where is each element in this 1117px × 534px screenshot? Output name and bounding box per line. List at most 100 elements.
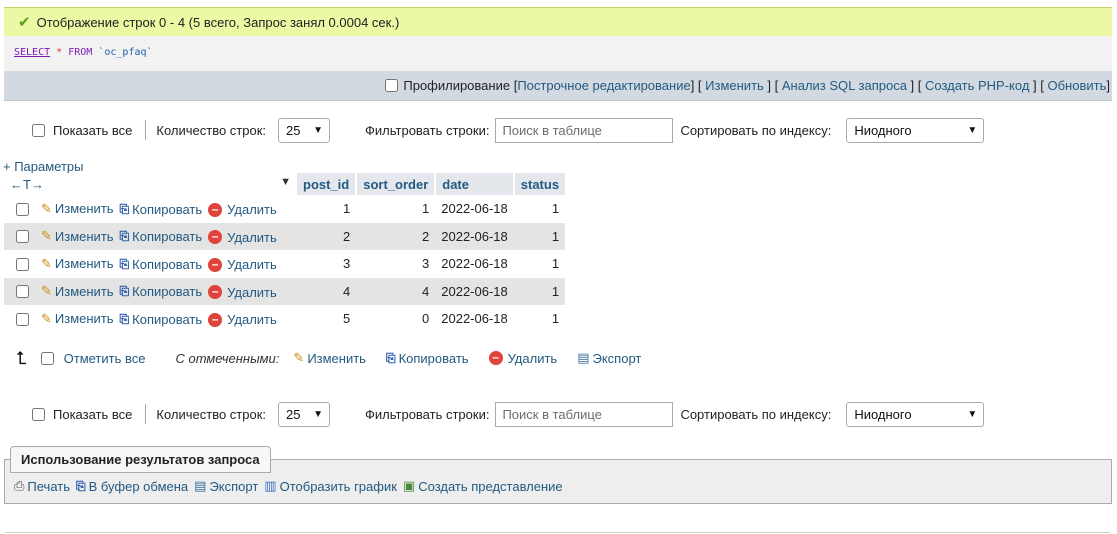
row-delete-button[interactable]: – Удалить <box>208 285 277 300</box>
row-delete-button[interactable]: – Удалить <box>208 230 277 245</box>
show-all-checkbox-bottom[interactable] <box>32 407 45 421</box>
row-copy-label: Копировать <box>132 284 203 299</box>
row-edit-button[interactable]: ✎ Изменить <box>41 228 114 244</box>
cell-date[interactable]: 2022-06-18 <box>435 195 514 223</box>
create-view-label: Создать представление <box>418 478 563 494</box>
cell-status[interactable]: 1 <box>513 305 566 333</box>
row-edit-label: Изменить <box>54 201 114 216</box>
column-visibility-dropdown-icon[interactable]: ▼ <box>280 176 291 188</box>
view-icon: ▣ <box>402 478 416 493</box>
query-results-operations: ⎙ Печать ⎘ В буфер обмена ▤ Экспорт ▥ Отобра… <box>14 478 569 494</box>
row-copy-button[interactable]: ⎘ Копировать <box>120 257 203 272</box>
pencil-icon: ✎ <box>41 200 52 216</box>
show-all-checkbox[interactable] <box>32 123 45 137</box>
cell-sort-order[interactable]: 2 <box>356 222 436 250</box>
print-button[interactable]: ⎙ Печать <box>14 478 70 494</box>
sql-select-keyword[interactable]: SELECT <box>14 47 50 58</box>
cell-date[interactable]: 2022-06-18 <box>435 250 514 278</box>
divider <box>145 404 147 424</box>
bulk-export-button[interactable]: ▤ Экспорт <box>577 350 641 366</box>
row-actions-cell: ✎ Изменить ⎘ Копировать – Удалить <box>4 250 296 278</box>
cell-post-id[interactable]: 5 <box>296 305 357 333</box>
create-php-link[interactable]: Создать PHP-код <box>925 78 1029 93</box>
row-copy-button[interactable]: ⎘ Копировать <box>120 284 203 299</box>
cell-post-id[interactable]: 4 <box>296 277 357 305</box>
filter-rows-label: Фильтровать строки: <box>365 406 490 422</box>
cell-date[interactable]: 2022-06-18 <box>435 305 514 333</box>
row-checkbox[interactable] <box>16 230 29 244</box>
column-resize-arrows[interactable]: ←T→ <box>10 177 44 192</box>
pencil-icon: ✎ <box>293 350 305 365</box>
cell-status[interactable]: 1 <box>513 195 566 223</box>
column-header-date[interactable]: date <box>434 173 514 195</box>
row-copy-label: Копировать <box>132 311 203 327</box>
cell-sort-order[interactable]: 4 <box>356 277 436 305</box>
copy-icon: ⎘ <box>385 350 396 365</box>
row-copy-button[interactable]: ⎘ Копировать <box>120 202 203 217</box>
column-header-post-id[interactable]: post_id <box>294 173 357 195</box>
column-header-sort-order[interactable]: sort_order <box>355 173 436 195</box>
rows-count-value: 25 <box>286 406 301 422</box>
row-edit-button[interactable]: ✎ Изменить <box>41 201 114 217</box>
analyze-sql-link[interactable]: Анализ SQL запроса <box>782 78 907 93</box>
cell-post-id[interactable]: 1 <box>296 195 357 223</box>
row-delete-button[interactable]: – Удалить <box>208 257 277 272</box>
copy-icon: ⎘ <box>119 284 130 298</box>
export-icon: ▤ <box>194 478 207 493</box>
filter-rows-input[interactable]: Поиск в таблице <box>495 117 674 143</box>
table-row: ✎ Изменить ⎘ Копировать – Удалить 3 3 2022-06-18… <box>4 250 566 278</box>
display-chart-button[interactable]: ▥ Отобразить график <box>264 478 397 494</box>
with-selected-label: С отмеченными: <box>175 350 280 366</box>
rows-count-select[interactable]: 25 ▼ <box>278 117 331 143</box>
filter-rows-input-bottom[interactable]: Поиск в таблице <box>495 401 674 427</box>
inline-edit-link[interactable]: Построчное редактирование <box>517 78 690 93</box>
row-checkbox[interactable] <box>16 285 29 299</box>
options-link[interactable]: + Параметры <box>3 159 84 174</box>
cell-sort-order[interactable]: 1 <box>356 195 436 223</box>
edit-query-link[interactable]: Изменить <box>705 78 764 93</box>
sort-by-index-select[interactable]: Ниодного ▼ <box>846 117 985 143</box>
row-edit-button[interactable]: ✎ Изменить <box>41 283 114 299</box>
row-edit-button[interactable]: ✎ Изменить <box>41 256 114 272</box>
actions-header: ←T→ ▼ <box>4 173 296 195</box>
bulk-copy-button[interactable]: ⎘ Копировать <box>386 351 469 366</box>
copy-icon: ⎘ <box>119 311 130 326</box>
column-header-status[interactable]: status <box>512 173 566 195</box>
row-edit-button[interactable]: ✎ Изменить <box>41 311 114 327</box>
clipboard-button[interactable]: ⎘ В буфер обмена <box>76 479 188 494</box>
copy-icon: ⎘ <box>76 478 86 493</box>
row-checkbox[interactable] <box>16 202 29 216</box>
cell-sort-order[interactable]: 0 <box>356 305 436 333</box>
refresh-link[interactable]: Обновить <box>1048 78 1107 93</box>
cell-date[interactable]: 2022-06-18 <box>435 222 514 250</box>
export-button[interactable]: ▤ Экспорт <box>194 478 258 494</box>
check-all-label[interactable]: Отметить все <box>64 351 146 366</box>
bulk-delete-button[interactable]: – Удалить <box>488 350 558 366</box>
cell-date[interactable]: 2022-06-18 <box>435 277 514 305</box>
display-chart-label: Отобразить график <box>279 478 397 494</box>
bulk-delete-label: Удалить <box>507 350 558 366</box>
sort-by-index-value: Ниодного <box>854 406 912 422</box>
copy-icon: ⎘ <box>119 201 130 216</box>
rows-count-select-bottom[interactable]: 25 ▼ <box>278 401 331 427</box>
cell-post-id[interactable]: 2 <box>296 222 357 250</box>
row-delete-button[interactable]: – Удалить <box>208 312 277 327</box>
cell-post-id[interactable]: 3 <box>296 250 357 278</box>
sort-by-index-select-bottom[interactable]: Ниодного ▼ <box>846 401 985 427</box>
row-copy-button[interactable]: ⎘ Копировать <box>120 229 203 244</box>
row-delete-button[interactable]: – Удалить <box>208 202 277 217</box>
sort-by-index-label: Сортировать по индексу: <box>680 406 832 422</box>
cell-status[interactable]: 1 <box>513 222 566 250</box>
row-actions-cell: ✎ Изменить ⎘ Копировать – Удалить <box>4 195 296 223</box>
bulk-edit-button[interactable]: ✎ Изменить <box>293 350 366 366</box>
create-view-button[interactable]: ▣ Создать представление <box>403 478 563 494</box>
row-checkbox[interactable] <box>16 257 29 271</box>
profiling-checkbox[interactable] <box>385 79 399 92</box>
check-all-checkbox[interactable] <box>40 351 54 365</box>
cell-status[interactable]: 1 <box>513 250 566 278</box>
chevron-down-icon: ▼ <box>967 124 978 136</box>
cell-sort-order[interactable]: 3 <box>356 250 436 278</box>
row-copy-button[interactable]: ⎘ Копировать <box>120 312 203 327</box>
row-checkbox[interactable] <box>16 312 29 326</box>
cell-status[interactable]: 1 <box>513 277 566 305</box>
